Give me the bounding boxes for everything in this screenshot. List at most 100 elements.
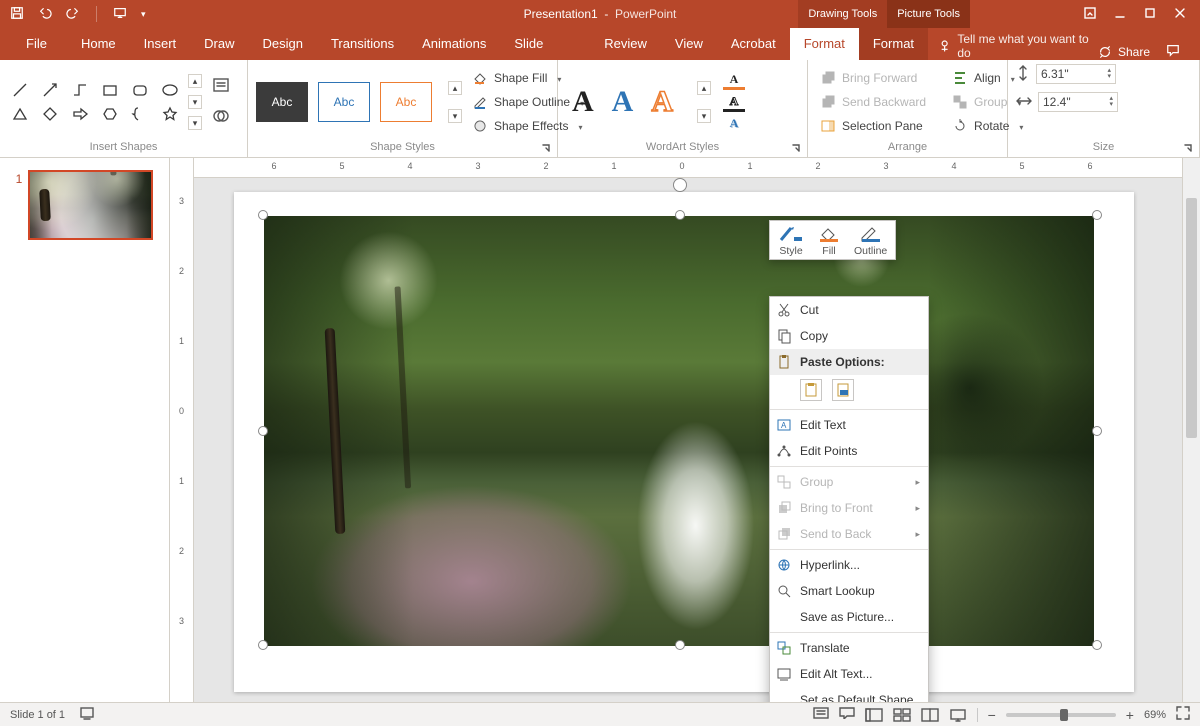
tab-animations[interactable]: Animations — [408, 28, 500, 60]
gallery-more-icon[interactable]: ▾ — [188, 116, 202, 130]
tab-format-drawing[interactable]: Format — [790, 28, 859, 60]
tab-transitions[interactable]: Transitions — [317, 28, 408, 60]
style-gallery-more-icon[interactable]: ▾ — [448, 109, 462, 123]
tab-review[interactable]: Review — [590, 28, 661, 60]
shapes-gallery[interactable] — [8, 79, 182, 125]
ctx-save-as-picture[interactable]: Save as Picture... — [770, 604, 928, 630]
minimize-icon[interactable] — [1114, 7, 1126, 22]
start-from-beginning-icon[interactable] — [113, 6, 127, 23]
width-input[interactable]: 12.4" ▴▾ — [1038, 92, 1118, 112]
slide-canvas[interactable]: Style Fill Outline Cut — [194, 178, 1182, 702]
selection-handle[interactable] — [258, 426, 268, 436]
shape-arrow-right-icon[interactable] — [68, 103, 92, 125]
selection-handle[interactable] — [1092, 640, 1102, 650]
ctx-cut[interactable]: Cut — [770, 297, 928, 323]
tab-file[interactable]: File — [6, 28, 67, 60]
shape-connector-icon[interactable] — [68, 79, 92, 101]
ribbon-display-options-icon[interactable] — [1084, 7, 1096, 22]
tab-format-picture[interactable]: Format — [859, 28, 928, 60]
merge-shapes-icon[interactable] — [212, 107, 230, 128]
style-gallery-up-icon[interactable]: ▴ — [448, 81, 462, 95]
style-preset-2[interactable]: Abc — [318, 82, 370, 122]
shape-rounded-rect-icon[interactable] — [128, 79, 152, 101]
mini-fill-button[interactable]: Fill — [816, 225, 842, 257]
undo-icon[interactable] — [38, 6, 52, 23]
vertical-scrollbar[interactable] — [1182, 158, 1200, 702]
shapes-gallery-scroll[interactable]: ▴ ▾ ▾ — [186, 74, 204, 130]
share-button[interactable]: Share — [1098, 45, 1150, 59]
reading-view-icon[interactable] — [921, 708, 939, 722]
tab-slide-show[interactable]: Slide Show — [500, 28, 590, 60]
shape-rectangle-icon[interactable] — [98, 79, 122, 101]
shape-hexagon-icon[interactable] — [98, 103, 122, 125]
paste-use-destination-theme[interactable] — [800, 379, 822, 401]
dialog-launcher-icon[interactable] — [1183, 143, 1193, 153]
tab-insert[interactable]: Insert — [130, 28, 191, 60]
wordart-preset-1[interactable]: A — [572, 85, 594, 119]
tab-draw[interactable]: Draw — [190, 28, 248, 60]
mini-outline-button[interactable]: Outline — [854, 225, 887, 257]
selection-handle[interactable] — [258, 640, 268, 650]
text-box-icon[interactable] — [212, 76, 230, 97]
selection-handle[interactable] — [258, 210, 268, 220]
height-spin-down-icon[interactable]: ▾ — [1107, 74, 1111, 80]
paste-picture[interactable] — [832, 379, 854, 401]
shape-triangle-icon[interactable] — [8, 103, 32, 125]
zoom-in-button[interactable]: + — [1126, 707, 1134, 723]
comments-button[interactable] — [839, 707, 855, 722]
text-fill-icon[interactable]: A — [723, 72, 745, 90]
comments-icon[interactable] — [1166, 43, 1180, 60]
height-input[interactable]: 6.31" ▴▾ — [1036, 64, 1116, 84]
selection-handle[interactable] — [1092, 210, 1102, 220]
ctx-smart-lookup[interactable]: Smart Lookup — [770, 578, 928, 604]
width-spin-down-icon[interactable]: ▾ — [1109, 102, 1113, 108]
ctx-edit-points[interactable]: Edit Points — [770, 438, 928, 464]
ctx-edit-text[interactable]: A Edit Text — [770, 412, 928, 438]
shape-line-icon[interactable] — [8, 79, 32, 101]
selection-handle[interactable] — [675, 210, 685, 220]
shape-line-arrow-icon[interactable] — [38, 79, 62, 101]
ctx-translate[interactable]: Translate — [770, 635, 928, 661]
spellcheck-icon[interactable] — [79, 706, 95, 723]
tab-home[interactable]: Home — [67, 28, 130, 60]
ctx-set-default-shape[interactable]: Set as Default Shape — [770, 687, 928, 702]
zoom-out-button[interactable]: − — [988, 707, 996, 723]
slide-thumbnail-pane[interactable]: 1 — [0, 158, 170, 702]
rotation-handle[interactable] — [673, 178, 687, 192]
qat-dropdown-icon[interactable]: ▾ — [141, 9, 146, 20]
ctx-hyperlink[interactable]: Hyperlink... — [770, 552, 928, 578]
tab-acrobat[interactable]: Acrobat — [717, 28, 790, 60]
zoom-slider-thumb[interactable] — [1060, 709, 1068, 721]
slide-thumbnail-1[interactable] — [28, 170, 153, 240]
text-outline-icon[interactable]: A — [723, 94, 745, 112]
zoom-percent[interactable]: 69% — [1144, 709, 1166, 721]
text-effects-icon[interactable]: A — [723, 116, 745, 131]
scrollbar-thumb[interactable] — [1186, 198, 1197, 438]
wordart-preset-3[interactable]: A — [651, 85, 673, 119]
tab-design[interactable]: Design — [249, 28, 317, 60]
tab-view[interactable]: View — [661, 28, 717, 60]
selection-handle[interactable] — [675, 640, 685, 650]
gallery-up-icon[interactable]: ▴ — [188, 74, 202, 88]
maximize-icon[interactable] — [1144, 7, 1156, 22]
mini-style-button[interactable]: Style — [778, 225, 804, 257]
selection-handle[interactable] — [1092, 426, 1102, 436]
gallery-down-icon[interactable]: ▾ — [188, 95, 202, 109]
dialog-launcher-icon[interactable] — [541, 143, 551, 153]
save-icon[interactable] — [10, 6, 24, 23]
shape-style-gallery[interactable]: Abc Abc Abc ▴ ▾ — [256, 81, 464, 123]
wordart-gallery-more-icon[interactable]: ▾ — [697, 109, 711, 123]
slide[interactable] — [234, 192, 1134, 692]
style-preset-1[interactable]: Abc — [256, 82, 308, 122]
wordart-gallery[interactable]: A A A ▴ ▾ — [572, 81, 713, 123]
fit-to-window-icon[interactable] — [1176, 706, 1190, 723]
normal-view-icon[interactable] — [865, 708, 883, 722]
shape-star-icon[interactable] — [158, 103, 182, 125]
shape-oval-icon[interactable] — [158, 79, 182, 101]
selection-pane-button[interactable]: Selection Pane — [816, 116, 930, 136]
close-icon[interactable] — [1174, 7, 1186, 22]
ctx-edit-alt-text[interactable]: Edit Alt Text... — [770, 661, 928, 687]
redo-icon[interactable] — [66, 6, 80, 23]
picture-object[interactable] — [264, 216, 1094, 646]
shape-brace-icon[interactable] — [128, 103, 152, 125]
